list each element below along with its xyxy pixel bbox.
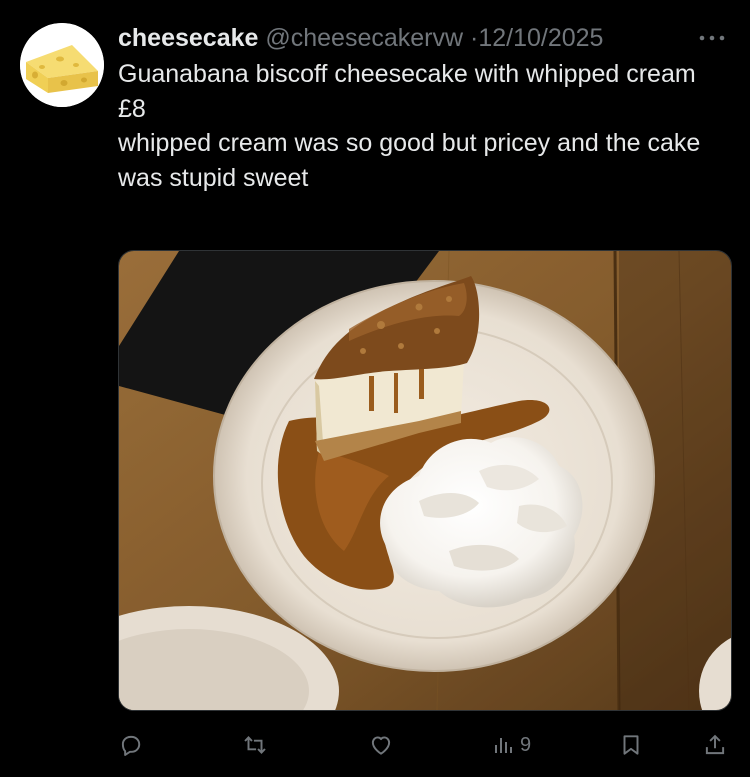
more-icon bbox=[699, 35, 725, 41]
views-button[interactable]: 9 bbox=[492, 728, 531, 762]
tweet-actions: 9 bbox=[118, 728, 732, 762]
reply-button[interactable] bbox=[118, 728, 144, 762]
tweet-text-line: Guanabana biscoff cheesecake with whippe… bbox=[118, 60, 696, 88]
views-icon bbox=[495, 738, 512, 753]
author-name[interactable]: cheesecake bbox=[118, 24, 258, 52]
heart-icon bbox=[371, 736, 391, 755]
cheese-wedge-icon bbox=[20, 23, 104, 107]
views-count: 9 bbox=[520, 733, 532, 756]
tweet-text: Guanabana biscoff cheesecake with whippe… bbox=[118, 57, 733, 195]
tweet-date[interactable]: 12/10/2025 bbox=[478, 24, 603, 52]
retweet-icon bbox=[244, 736, 266, 754]
retweet-button[interactable] bbox=[242, 728, 268, 762]
share-button[interactable] bbox=[702, 728, 728, 762]
share-icon bbox=[705, 734, 725, 755]
tweet-text-line: £8 bbox=[118, 94, 146, 123]
bookmark-icon bbox=[623, 735, 639, 755]
tweet-header: cheesecake @cheesecakervw ·12/10/2025 bbox=[118, 22, 738, 54]
avatar[interactable] bbox=[20, 23, 104, 107]
reply-icon bbox=[121, 735, 141, 756]
author-handle[interactable]: @cheesecakervw bbox=[265, 24, 463, 52]
tweet-text-line: whipped cream was so good but pricey and… bbox=[118, 129, 701, 192]
more-options-button[interactable] bbox=[695, 22, 729, 54]
tweet-photo[interactable] bbox=[118, 250, 732, 711]
like-button[interactable] bbox=[368, 728, 394, 762]
cheesecake-photo bbox=[119, 251, 731, 710]
bookmark-button[interactable] bbox=[618, 728, 644, 762]
